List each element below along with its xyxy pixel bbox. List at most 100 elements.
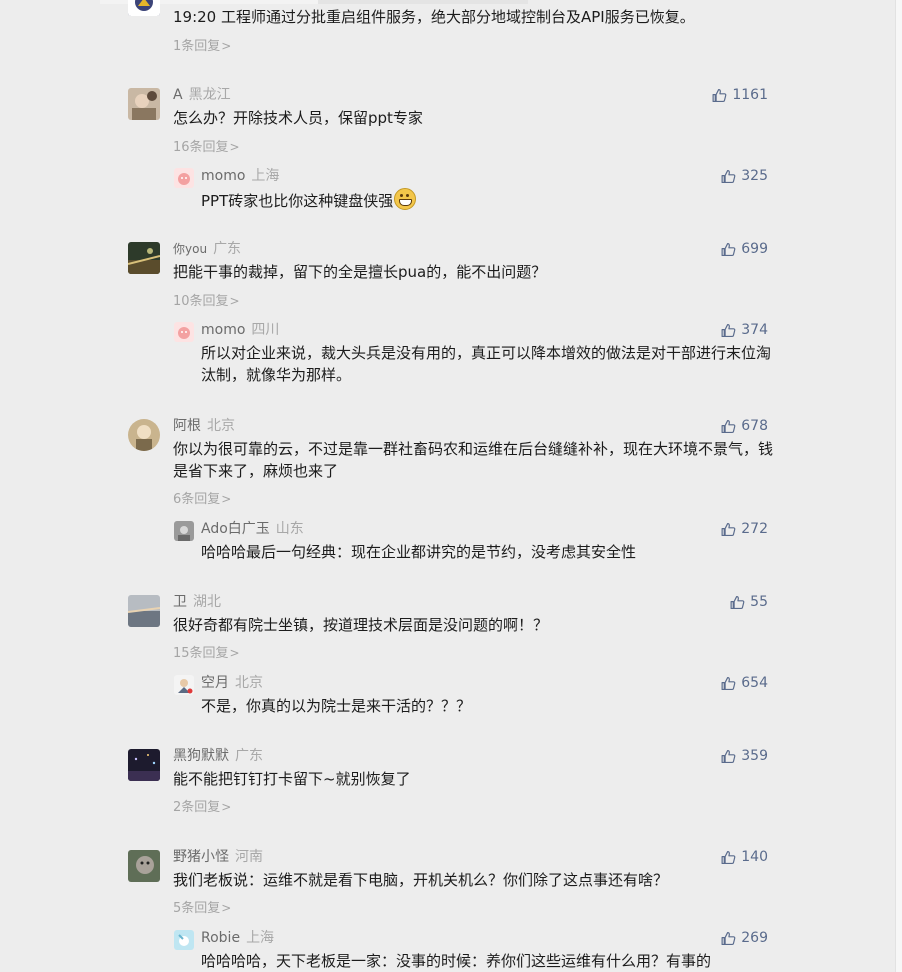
reply-avatar[interactable] (174, 168, 194, 188)
like-count: 359 (741, 748, 768, 764)
thumbs-up-icon (721, 749, 736, 763)
like-button[interactable]: 654 (720, 674, 768, 692)
like-button[interactable]: 374 (720, 321, 768, 339)
avatar[interactable] (128, 242, 160, 274)
like-count: 699 (741, 241, 768, 257)
location: 上海 (246, 930, 275, 946)
avatar[interactable] (128, 749, 160, 781)
reply-text: PPT砖家也比你这种键盘侠强 (201, 188, 771, 212)
comment-meta: 你you 广东 (173, 240, 241, 258)
replies-link[interactable]: 15条回复> (173, 645, 240, 662)
username[interactable]: momo (201, 168, 245, 184)
thumbs-up-icon (721, 931, 736, 945)
reply-meta: Ado白广玉 山东 (201, 520, 304, 538)
reply-meta: momo 四川 (201, 321, 279, 339)
username[interactable]: 空月 (201, 675, 229, 691)
username[interactable]: 黑狗默默 (173, 748, 229, 764)
like-button[interactable]: 140 (720, 848, 768, 866)
like-button[interactable]: 325 (720, 167, 768, 185)
thumbs-up-icon (730, 595, 745, 609)
like-button[interactable]: 272 (720, 520, 768, 538)
chevron-right-icon: > (221, 39, 232, 53)
location: 广东 (235, 748, 263, 764)
reply-meta: 空月 北京 (201, 674, 263, 692)
scrollbar-track[interactable] (895, 0, 902, 972)
username[interactable]: 野猪小怪 (173, 849, 229, 865)
like-count: 325 (741, 168, 768, 184)
replies-link[interactable]: 1条回复> (173, 38, 231, 55)
thumbs-up-icon (721, 169, 736, 183)
thumbs-up-icon (721, 323, 736, 337)
like-button[interactable]: 699 (720, 240, 768, 258)
like-count: 269 (741, 930, 768, 946)
like-count: 272 (741, 521, 768, 537)
thumbs-up-icon (721, 419, 736, 433)
replies-link[interactable]: 10条回复> (173, 293, 240, 310)
username[interactable]: momo (201, 322, 245, 338)
comment-meta: 黑狗默默 广东 (173, 747, 263, 765)
reply-avatar[interactable] (174, 675, 194, 695)
comment-meta: A 黑龙江 (173, 86, 231, 104)
chevron-right-icon: > (221, 800, 232, 814)
top-bar-tab (318, 0, 528, 4)
like-button[interactable]: 359 (720, 747, 768, 765)
like-button[interactable]: 55 (729, 593, 768, 611)
location: 四川 (251, 322, 280, 338)
replies-link[interactable]: 5条回复> (173, 900, 231, 917)
reply-avatar[interactable] (174, 930, 194, 950)
avatar[interactable] (128, 850, 160, 882)
like-count: 678 (741, 418, 768, 434)
like-count: 654 (741, 675, 768, 691)
like-count: 1161 (732, 87, 768, 103)
like-button[interactable]: 1161 (711, 86, 768, 104)
comment-meta: 野猪小怪 河南 (173, 848, 263, 866)
replies-link[interactable]: 6条回复> (173, 491, 231, 508)
reply-meta: momo 上海 (201, 167, 279, 185)
avatar[interactable] (128, 0, 160, 16)
comment-text: 怎么办？开除技术人员，保留ppt专家 (173, 109, 423, 127)
like-count: 374 (741, 322, 768, 338)
comment-meta: 阿根 北京 (173, 417, 235, 435)
like-button[interactable]: 678 (720, 417, 768, 435)
chevron-right-icon: > (229, 646, 240, 660)
username[interactable]: Robie (201, 930, 240, 946)
reply-text: 不是，你真的以为院士是来干活的？？？ (201, 697, 472, 715)
thumbs-up-icon (721, 242, 736, 256)
comment-text: 把能干事的裁掉，留下的全是擅长pua的，能不出问题？ (173, 263, 547, 281)
reply-text: 所以对企业来说，裁大头兵是没有用的，真正可以降本增效的做法是对干部进行末位淘汰制… (201, 344, 772, 384)
username[interactable]: 阿根 (173, 418, 201, 434)
comments-page: 19:20 工程师通过分批重启组件服务，绝大部分地域控制台及API服务已恢复。 … (0, 0, 902, 972)
reply-avatar[interactable] (174, 521, 194, 541)
like-button[interactable]: 269 (720, 929, 768, 947)
thumbs-up-icon (721, 522, 736, 536)
avatar[interactable] (128, 595, 160, 627)
reply-text: 哈哈哈最后一句经典：现在企业都讲究的是节约，没考虑其安全性 (201, 543, 637, 561)
avatar[interactable] (128, 419, 160, 451)
comment-text: 很好奇都有院士坐镇，按道理技术层面是没问题的啊！？ (173, 616, 549, 634)
comment-text: 19:20 工程师通过分批重启组件服务，绝大部分地域控制台及API服务已恢复。 (173, 8, 695, 26)
username[interactable]: 你you (173, 242, 207, 256)
location: 北京 (235, 675, 263, 691)
reply-meta: Robie 上海 (201, 929, 274, 947)
location: 北京 (207, 418, 235, 434)
username[interactable]: A (173, 87, 183, 103)
replies-link[interactable]: 16条回复> (173, 139, 240, 156)
comment-meta: 卫湖北 (173, 593, 221, 611)
username[interactable]: 卫 (173, 594, 187, 610)
like-count: 140 (741, 849, 768, 865)
like-count: 55 (750, 594, 768, 610)
location: 黑龙江 (188, 87, 231, 103)
thumbs-up-icon (712, 88, 727, 102)
thumbs-up-icon (721, 850, 736, 864)
chevron-right-icon: > (221, 901, 232, 915)
username[interactable]: Ado白广玉 (201, 521, 270, 537)
comment-text: 你以为很可靠的云，不过是靠一群社畜码农和运维在后台缝缝补补，现在大环境不景气，钱… (173, 440, 774, 480)
grin-emoji-icon (394, 188, 417, 210)
chevron-right-icon: > (229, 294, 240, 308)
location: 广东 (213, 241, 242, 257)
location: 山东 (275, 521, 304, 537)
avatar[interactable] (128, 88, 160, 120)
reply-avatar[interactable] (174, 322, 194, 342)
location: 河南 (235, 849, 263, 865)
replies-link[interactable]: 2条回复> (173, 799, 231, 816)
